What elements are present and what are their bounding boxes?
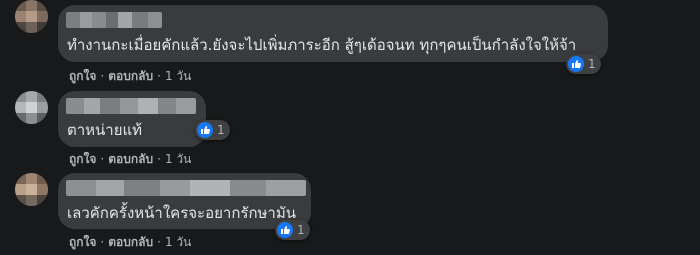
like-thumb-icon: [568, 56, 584, 72]
avatar[interactable]: [15, 0, 48, 33]
reply-link[interactable]: ตอบกลับ: [108, 233, 153, 252]
reaction-count: 1: [297, 223, 305, 237]
like-link[interactable]: ถูกใจ: [69, 233, 96, 252]
comment-actions: ถูกใจ · ตอบกลับ · 1 วัน: [69, 233, 191, 252]
reaction-summary[interactable]: 1: [195, 120, 230, 140]
comment-bubble: ตาหน่ายแท้: [58, 91, 206, 147]
comment-bubble: เลวคักครั้งหน้าใครจะอยากรักษามัน: [58, 173, 311, 229]
comment-3: เลวคักครั้งหน้าใครจะอยากรักษามัน 1 ถูกใจ…: [0, 170, 700, 255]
comment-2: ตาหน่ายแท้ 1 ถูกใจ · ตอบกลับ · 1 วัน: [0, 85, 700, 170]
reply-link[interactable]: ตอบกลับ: [108, 150, 153, 169]
comment-actions: ถูกใจ · ตอบกลับ · 1 วัน: [69, 67, 191, 86]
like-link[interactable]: ถูกใจ: [69, 150, 96, 169]
author-name-blurred[interactable]: [66, 12, 162, 28]
comment-text: เลวคักครั้งหน้าใครจะอยากรักษามัน: [67, 204, 296, 222]
timestamp[interactable]: 1 วัน: [165, 67, 191, 86]
like-link[interactable]: ถูกใจ: [69, 67, 96, 86]
like-thumb-icon: [197, 122, 213, 138]
reaction-summary[interactable]: 1: [275, 220, 310, 240]
reaction-summary[interactable]: 1: [566, 54, 601, 74]
comment-text: ทำงานกะเมื่อยคักแล้ว.ยังจะไปเพิ่มภาระอีก…: [67, 36, 577, 54]
comment-bubble: ทำงานกะเมื่อยคักแล้ว.ยังจะไปเพิ่มภาระอีก…: [58, 5, 608, 62]
author-name-blurred[interactable]: [66, 98, 196, 114]
reaction-count: 1: [588, 57, 596, 71]
reaction-count: 1: [217, 123, 225, 137]
comment-actions: ถูกใจ · ตอบกลับ · 1 วัน: [69, 150, 191, 169]
comment-1: ทำงานกะเมื่อยคักแล้ว.ยังจะไปเพิ่มภาระอีก…: [0, 0, 700, 85]
comment-text: ตาหน่ายแท้: [67, 121, 143, 139]
avatar[interactable]: [15, 173, 48, 206]
reply-link[interactable]: ตอบกลับ: [108, 67, 153, 86]
timestamp[interactable]: 1 วัน: [165, 150, 191, 169]
author-name-blurred[interactable]: [66, 180, 306, 196]
avatar[interactable]: [15, 91, 48, 124]
like-thumb-icon: [277, 222, 293, 238]
timestamp[interactable]: 1 วัน: [165, 233, 191, 252]
